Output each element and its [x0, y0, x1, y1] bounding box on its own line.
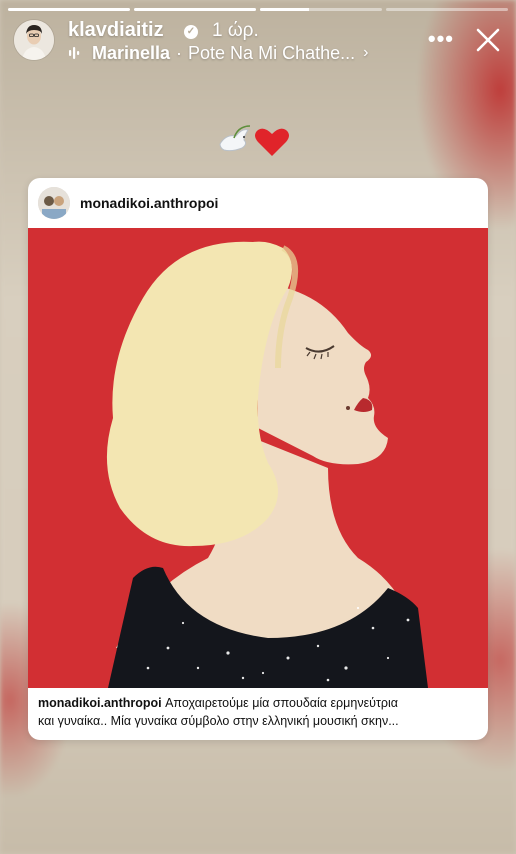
close-icon[interactable]	[474, 26, 502, 54]
post-username[interactable]: monadikoi.anthropoi	[80, 195, 218, 211]
caption-text-line1: Αποχαιρετούμε μία σπουδαία ερμηνεύτρια	[161, 696, 399, 710]
more-options-icon[interactable]: •••	[428, 26, 454, 52]
story-time: 1 ώρ.	[212, 20, 259, 41]
progress-segment	[8, 8, 130, 11]
music-info[interactable]: Marinella · Pote Na Mi Chathe... ›	[68, 42, 368, 64]
story-username[interactable]: klavdiaitiz	[68, 19, 164, 42]
avatar[interactable]	[14, 20, 54, 60]
post-caption: monadikoi.anthropoi Αποχαιρετούμε μία σπ…	[38, 694, 478, 730]
verified-badge-icon: ✓	[184, 25, 198, 39]
music-artist: Marinella	[92, 42, 171, 63]
progress-segment	[386, 8, 508, 11]
caption-username[interactable]: monadikoi.anthropoi	[38, 696, 162, 710]
music-song: Pote Na Mi Chathe...	[188, 42, 356, 63]
progress-segment	[260, 8, 382, 11]
post-header: monadikoi.anthropoi	[28, 178, 488, 228]
progress-segment	[134, 8, 256, 11]
chevron-right-icon: ›	[363, 44, 369, 61]
dove-icon	[219, 125, 251, 152]
caption-text-line2: και γυναίκα.. Μία γυναίκα σύμβολο στην ε…	[38, 714, 399, 728]
portrait-illustration	[28, 228, 488, 688]
story-header: klavdiaitiz ✓ 1 ώρ. Marinella · Pote Na …	[14, 19, 502, 63]
music-separator: ·	[176, 42, 183, 63]
heart-icon	[255, 128, 289, 156]
audio-bars-icon	[69, 47, 80, 59]
shared-post-card[interactable]: monadikoi.anthropoi monadikoi.anthropoi …	[28, 178, 488, 740]
story-progress-bar	[8, 8, 508, 11]
post-avatar[interactable]	[38, 187, 70, 219]
dove-heart-sticker	[219, 125, 289, 156]
